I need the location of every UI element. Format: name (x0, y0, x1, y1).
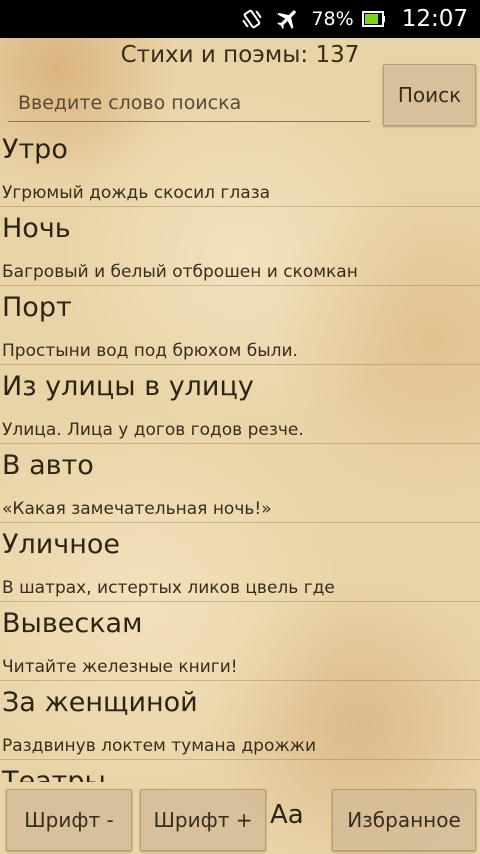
battery-icon (361, 9, 386, 29)
poem-title: Порт (2, 292, 72, 323)
clock: 12:07 (401, 6, 468, 32)
poem-first-line: Улица. Лица у догов годов резче. (2, 420, 304, 440)
vibrate-icon (239, 6, 265, 32)
search-input[interactable] (8, 84, 370, 122)
poem-title: Из улицы в улицу (2, 371, 254, 402)
favorites-button[interactable]: Избранное (332, 789, 476, 851)
list-item[interactable]: Ночь Багровый и белый отброшен и скомкан (0, 207, 480, 286)
search-button[interactable]: Поиск (383, 64, 476, 126)
poem-title: Ночь (2, 213, 71, 244)
list-item[interactable]: Из улицы в улицу Улица. Лица у догов год… (0, 365, 480, 444)
poem-first-line: Раздвинув локтем тумана дрожжи (2, 736, 317, 756)
list-item[interactable]: В авто «Какая замечательная ночь!» (0, 444, 480, 523)
status-bar: 78% 12:07 (0, 0, 480, 38)
poem-title: За женщиной (2, 687, 198, 718)
font-sample-label: Аа (270, 800, 304, 830)
poem-first-line: Угрюмый дождь скосил глаза (2, 183, 271, 203)
list-item[interactable]: Театры (0, 760, 480, 782)
poem-title: Уличное (2, 529, 120, 560)
poem-list[interactable]: Утро Угрюмый дождь скосил глаза Ночь Баг… (0, 128, 480, 782)
poem-first-line: Багровый и белый отброшен и скомкан (2, 262, 358, 282)
poem-title: Вывескам (2, 608, 143, 639)
battery-percentage: 78% (311, 8, 354, 30)
font-decrease-button[interactable]: Шрифт - (6, 789, 132, 851)
poem-title: В авто (2, 450, 94, 481)
airplane-mode-icon (275, 6, 301, 32)
poem-first-line: Читайте железные книги! (2, 657, 238, 677)
poem-title: Театры (2, 766, 106, 782)
poem-title: Утро (2, 134, 68, 165)
poem-first-line: В шатрах, истертых ликов цвель где (2, 578, 335, 598)
poem-first-line: «Какая замечательная ночь!» (2, 499, 272, 519)
poem-first-line: Простыни вод под брюхом были. (2, 341, 298, 361)
bottom-toolbar: Шрифт - Шрифт + Аа Избранное (0, 782, 480, 854)
list-item[interactable]: Уличное В шатрах, истертых ликов цвель г… (0, 523, 480, 602)
list-item[interactable]: Утро Угрюмый дождь скосил глаза (0, 128, 480, 207)
font-increase-button[interactable]: Шрифт + (140, 789, 266, 851)
list-item[interactable]: Порт Простыни вод под брюхом были. (0, 286, 480, 365)
list-item[interactable]: Вывескам Читайте железные книги! (0, 602, 480, 681)
list-item[interactable]: За женщиной Раздвинув локтем тумана дрож… (0, 681, 480, 760)
